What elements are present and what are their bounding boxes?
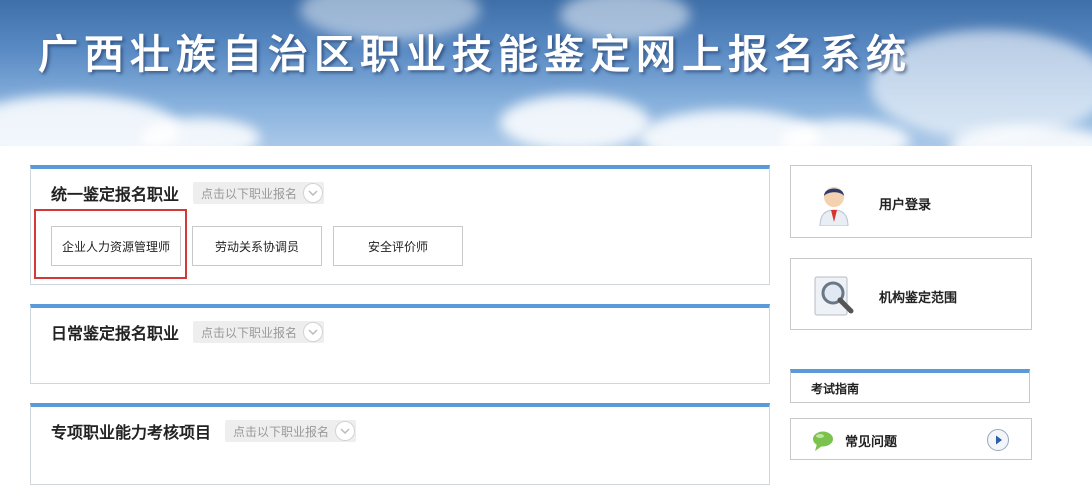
play-arrow-icon[interactable] <box>986 428 1010 456</box>
user-login-button[interactable]: 用户登录 <box>790 165 1032 238</box>
hint-dropdown[interactable]: 点击以下职业报名 <box>193 321 325 343</box>
chevron-down-icon <box>335 421 356 441</box>
panel-title: 日常鉴定报名职业 <box>51 324 180 343</box>
job-button-labor-relations[interactable]: 劳动关系协调员 <box>192 226 322 266</box>
panel-title: 统一鉴定报名职业 <box>51 185 180 204</box>
institution-scope-button[interactable]: 机构鉴定范围 <box>790 258 1032 330</box>
chevron-down-icon <box>303 183 324 203</box>
exam-guide-header: 考试指南 <box>790 369 1030 403</box>
institution-scope-label: 机构鉴定范围 <box>879 291 958 306</box>
site-title: 广西壮族自治区职业技能鉴定网上报名系统 <box>38 32 912 78</box>
panel-special-ability: 专项职业能力考核项目 点击以下职业报名 <box>30 403 770 485</box>
exam-guide-title: 考试指南 <box>811 382 860 396</box>
user-icon <box>816 182 852 230</box>
panel-daily-exam: 日常鉴定报名职业 点击以下职业报名 <box>30 304 770 384</box>
job-button-hr-manager[interactable]: 企业人力资源管理师 <box>51 226 181 266</box>
header-banner: 广西壮族自治区职业技能鉴定网上报名系统 <box>0 0 1092 146</box>
panel-header: 日常鉴定报名职业 点击以下职业报名 <box>51 320 325 344</box>
faq-button[interactable]: 常见问题 <box>790 418 1032 460</box>
magnifier-icon <box>813 273 859 323</box>
hint-text: 点击以下职业报名 <box>233 424 330 439</box>
hint-text: 点击以下职业报名 <box>201 325 298 340</box>
hint-dropdown[interactable]: 点击以下职业报名 <box>193 182 325 204</box>
chevron-down-icon <box>303 322 324 342</box>
hint-dropdown[interactable]: 点击以下职业报名 <box>225 420 357 442</box>
hint-text: 点击以下职业报名 <box>201 186 298 201</box>
panel-header: 专项职业能力考核项目 点击以下职业报名 <box>51 419 357 443</box>
panel-header: 统一鉴定报名职业 点击以下职业报名 <box>51 181 325 205</box>
user-login-label: 用户登录 <box>879 198 932 213</box>
panel-unified-exam: 统一鉴定报名职业 点击以下职业报名 企业人力资源管理师 劳动关系协调员 安全评价… <box>30 165 770 285</box>
job-button-safety-evaluator[interactable]: 安全评价师 <box>333 226 463 266</box>
chat-bubble-icon <box>811 430 835 456</box>
panel-title: 专项职业能力考核项目 <box>51 423 212 442</box>
faq-label: 常见问题 <box>845 435 898 450</box>
